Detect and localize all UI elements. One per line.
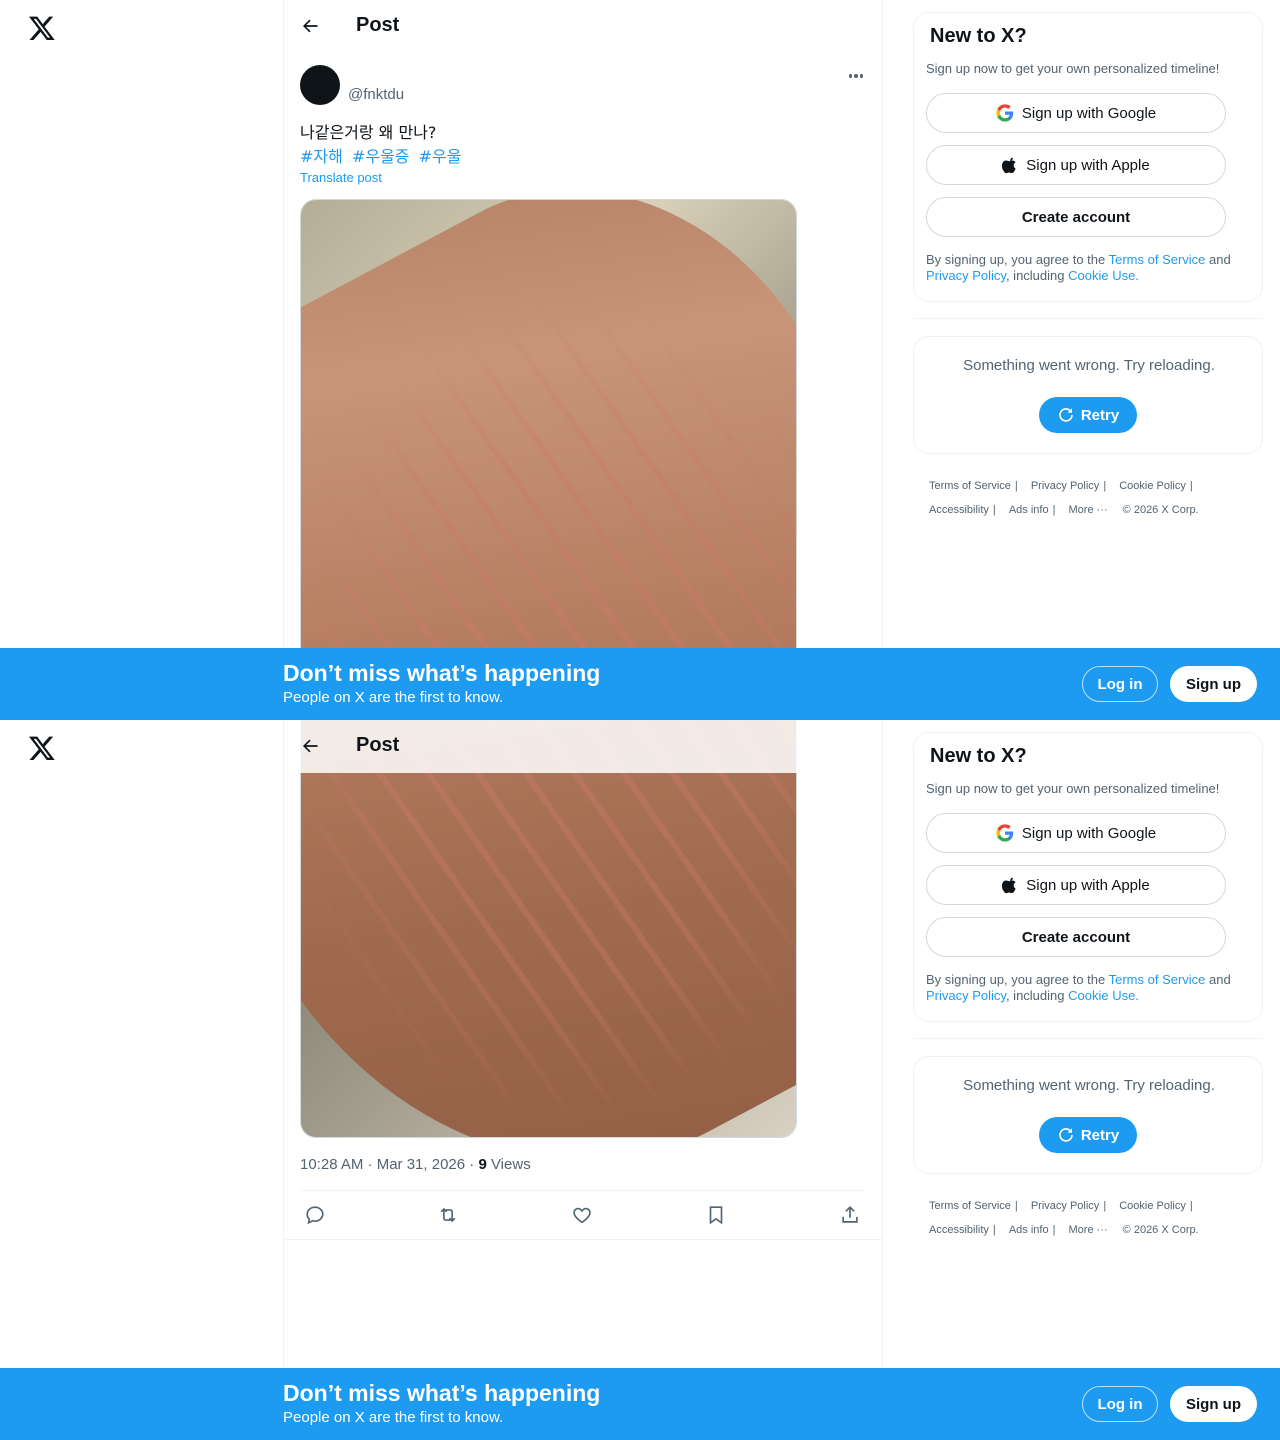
footer-link[interactable]: Accessibility (929, 498, 989, 522)
divider (284, 1239, 882, 1240)
signup-subtitle: Sign up now to get your own personalized… (926, 61, 1220, 76)
banner-subtitle: People on X are the first to know. (283, 689, 504, 706)
divider (300, 1190, 866, 1191)
error-card: Something went wrong. Try reloading. Ret… (913, 336, 1263, 454)
footer-links: Terms of Service | Privacy Policy | Cookie… (929, 1194, 1249, 1242)
footer-more-link[interactable]: More ··· (1069, 498, 1108, 522)
terms-link[interactable]: Terms of Service (1109, 972, 1206, 987)
signup-legal-text: By signing up, you agree to the Terms of… (926, 972, 1231, 1003)
translate-post-link[interactable]: Translate post (300, 170, 382, 185)
signup-legal-text: By signing up, you agree to the Terms of… (926, 252, 1231, 283)
signup-apple-button[interactable]: Sign up with Apple (926, 865, 1226, 905)
signup-google-button[interactable]: Sign up with Google (926, 93, 1226, 133)
create-account-button[interactable]: Create account (926, 197, 1226, 237)
hashtag-link[interactable]: #우울증 (352, 147, 410, 166)
post-image[interactable] (300, 720, 797, 1138)
signup-apple-label: Sign up with Apple (1026, 876, 1150, 894)
column-divider (283, 0, 284, 720)
views-count: 9 (478, 1156, 487, 1173)
post-image[interactable] (300, 199, 797, 720)
create-account-button[interactable]: Create account (926, 917, 1226, 957)
signup-apple-button[interactable]: Sign up with Apple (926, 145, 1226, 185)
signup-button[interactable]: Sign up (1170, 666, 1257, 702)
signup-title: New to X? (930, 745, 1027, 767)
post-timestamp: 10:28 AM · Mar 31, 2026 · 9 Views (300, 1156, 531, 1173)
hashtags: #자해 #우울증 #우울 (300, 145, 465, 169)
privacy-link[interactable]: Privacy Policy (926, 268, 1006, 283)
footer-links: Terms of Service | Privacy Policy | Cookie… (929, 474, 1249, 522)
viewport-top: Post @fnktdu 나같은거랑 왜 만나? #자해 #우울증 #우울 Tr… (0, 0, 1280, 720)
hashtag-link[interactable]: #자해 (300, 147, 343, 166)
apple-icon (1002, 157, 1016, 174)
viewport-bottom: Post 10:28 AM · Mar 31, 2026 · 9 Views N… (0, 720, 1280, 1440)
footer-link[interactable]: Cookie Policy (1119, 474, 1186, 498)
signup-google-label: Sign up with Google (1021, 824, 1157, 842)
copyright: © 2026 X Corp. (1122, 504, 1199, 516)
signup-title: New to X? (930, 25, 1027, 47)
banner-title: Don’t miss what’s happening (283, 660, 601, 686)
refresh-icon (1059, 408, 1073, 422)
footer-link[interactable]: Ads info (1009, 498, 1049, 522)
signup-google-button[interactable]: Sign up with Google (926, 813, 1226, 853)
signup-banner: Don’t miss what’s happening People on X … (0, 1368, 1280, 1440)
x-logo-icon[interactable] (28, 14, 56, 42)
terms-link[interactable]: Terms of Service (1109, 252, 1206, 267)
post-header: Post (284, 720, 882, 773)
back-arrow-icon[interactable] (300, 736, 320, 756)
divider (913, 318, 1263, 319)
post-header: Post (284, 0, 882, 53)
signup-card: New to X? Sign up now to get your own pe… (913, 732, 1263, 1022)
column-divider (882, 720, 883, 1440)
repost-icon[interactable] (437, 1204, 459, 1226)
signup-banner: Don’t miss what’s happening People on X … (0, 648, 1280, 720)
signup-apple-label: Sign up with Apple (1026, 156, 1150, 174)
copyright: © 2026 X Corp. (1122, 1224, 1199, 1236)
x-logo-icon[interactable] (28, 734, 56, 762)
footer-link[interactable]: Cookie Policy (1119, 1194, 1186, 1218)
google-icon (996, 104, 1014, 122)
signup-google-label: Sign up with Google (1021, 104, 1157, 122)
login-button[interactable]: Log in (1082, 666, 1158, 702)
footer-link[interactable]: Terms of Service (929, 1194, 1011, 1218)
footer-more-link[interactable]: More ··· (1069, 1218, 1108, 1242)
signup-subtitle: Sign up now to get your own personalized… (926, 781, 1220, 796)
author-handle[interactable]: @fnktdu (348, 86, 404, 103)
footer-link[interactable]: Terms of Service (929, 474, 1011, 498)
back-arrow-icon[interactable] (300, 16, 320, 36)
footer-link[interactable]: Accessibility (929, 1218, 989, 1242)
like-icon[interactable] (571, 1204, 593, 1226)
page-title: Post (356, 14, 400, 36)
banner-subtitle: People on X are the first to know. (283, 1409, 504, 1426)
hashtag-link[interactable]: #우울 (419, 147, 462, 166)
footer-link[interactable]: Privacy Policy (1031, 1194, 1099, 1218)
google-icon (996, 824, 1014, 842)
share-icon[interactable] (839, 1204, 861, 1226)
cookie-link[interactable]: Cookie Use. (1068, 268, 1139, 283)
footer-link[interactable]: Privacy Policy (1031, 474, 1099, 498)
more-options-icon[interactable] (846, 66, 866, 86)
cookie-link[interactable]: Cookie Use. (1068, 988, 1139, 1003)
retry-button[interactable]: Retry (1039, 1117, 1137, 1153)
error-message: Something went wrong. Try reloading. (963, 1077, 1215, 1094)
signup-button[interactable]: Sign up (1170, 1386, 1257, 1422)
bookmark-icon[interactable] (705, 1204, 727, 1226)
column-divider (283, 720, 284, 1440)
privacy-link[interactable]: Privacy Policy (926, 988, 1006, 1003)
retry-button[interactable]: Retry (1039, 397, 1137, 433)
page-title: Post (356, 734, 400, 756)
divider (913, 1038, 1263, 1039)
error-card: Something went wrong. Try reloading. Ret… (913, 1056, 1263, 1174)
refresh-icon (1059, 1128, 1073, 1142)
signup-card: New to X? Sign up now to get your own pe… (913, 12, 1263, 302)
avatar[interactable] (300, 65, 340, 105)
post-actions (300, 1204, 866, 1226)
post-text: 나같은거랑 왜 만나? (300, 123, 437, 142)
login-button[interactable]: Log in (1082, 1386, 1158, 1422)
banner-title: Don’t miss what’s happening (283, 1380, 601, 1406)
error-message: Something went wrong. Try reloading. (963, 357, 1215, 374)
column-divider (882, 0, 883, 720)
footer-link[interactable]: Ads info (1009, 1218, 1049, 1242)
apple-icon (1002, 877, 1016, 894)
reply-icon[interactable] (304, 1204, 326, 1226)
